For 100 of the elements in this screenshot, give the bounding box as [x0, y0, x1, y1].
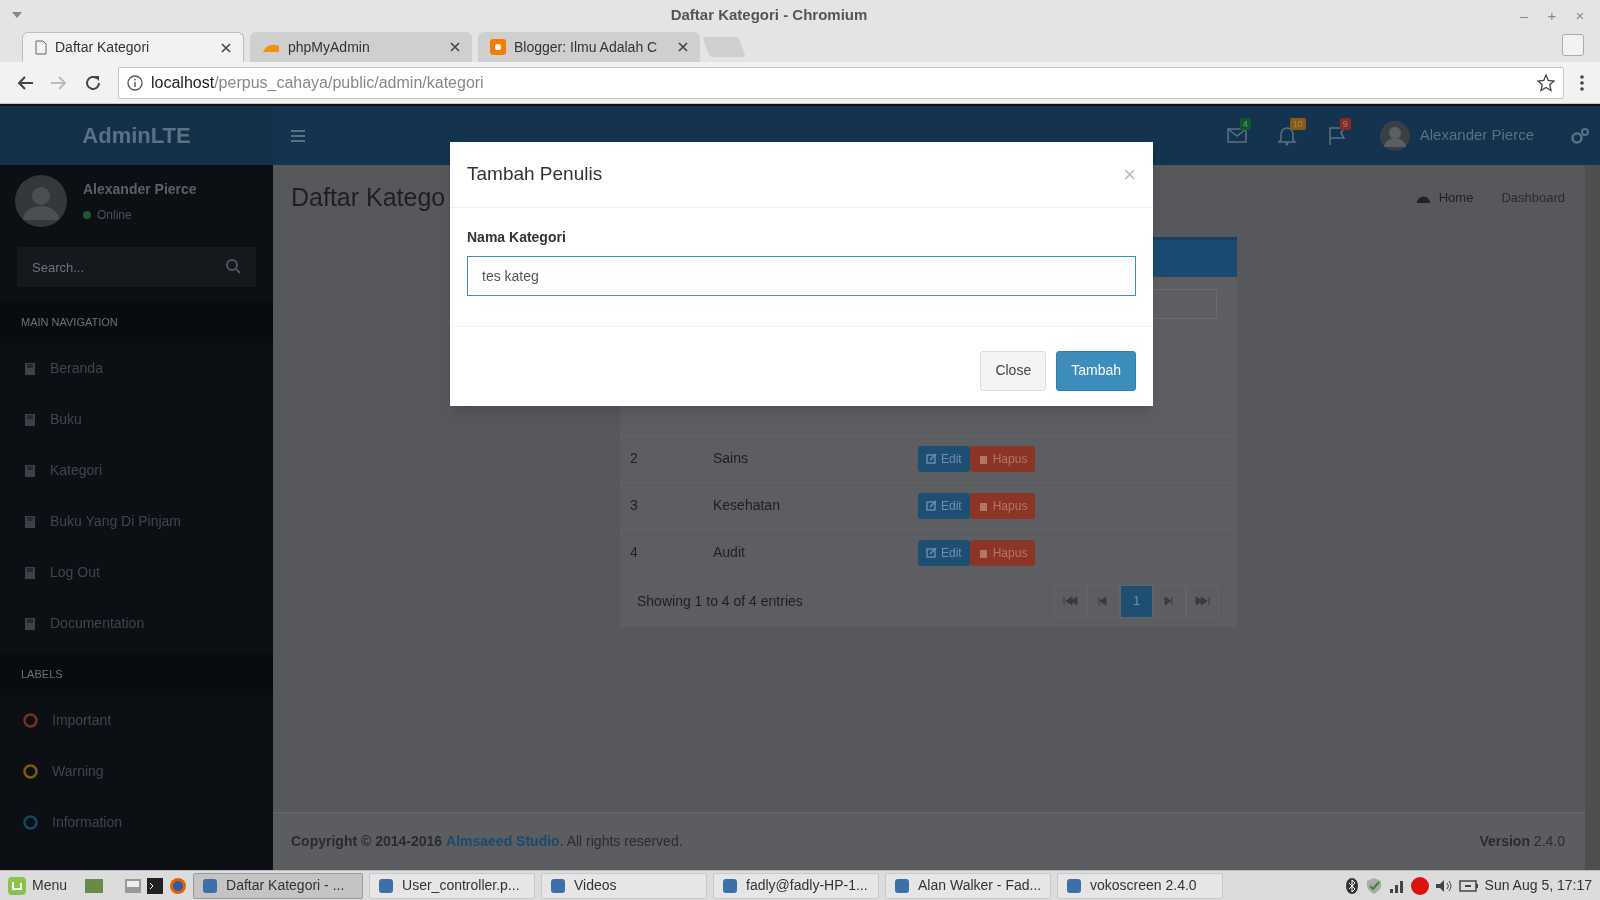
shield-check-icon[interactable]	[1364, 876, 1383, 895]
tab-label: phpMyAdmin	[288, 37, 371, 57]
close-icon[interactable]	[678, 42, 688, 52]
app-icon	[722, 877, 739, 894]
taskbar-item[interactable]: Videos	[541, 872, 708, 899]
minimize-button[interactable]: –	[1516, 7, 1532, 23]
search-field[interactable]: Search...	[17, 247, 256, 287]
window-icon[interactable]	[125, 878, 142, 893]
user-name[interactable]: Alexander Pierce	[1419, 124, 1534, 147]
modal-title: Tambah Penulis	[467, 162, 603, 187]
book-icon	[23, 565, 36, 580]
back-arrow-icon[interactable]	[16, 74, 34, 91]
battery-icon[interactable]	[1458, 879, 1479, 892]
menu-icon[interactable]	[1580, 74, 1584, 91]
browser-tab[interactable]: Daftar Kategori	[22, 32, 244, 62]
table-cell-text: Audit	[713, 543, 746, 562]
taskbar-item[interactable]: vokoscreen 2.4.0	[1057, 872, 1224, 899]
delete-button[interactable]: Hapus	[969, 492, 1036, 519]
clock[interactable]: Sun Aug 5, 17:17	[1484, 875, 1596, 896]
page-button[interactable]	[1186, 584, 1219, 618]
pencil-square-icon	[926, 453, 937, 464]
app-icon	[1066, 877, 1083, 894]
bell-icon[interactable]	[1276, 125, 1297, 146]
close-button[interactable]: ×	[1572, 7, 1588, 23]
nav-item[interactable]: Log Out	[0, 547, 273, 598]
book-icon	[23, 412, 36, 427]
maximize-button[interactable]: +	[1544, 7, 1560, 23]
label-item[interactable]: Information	[0, 797, 273, 848]
avatar-icon[interactable]	[1379, 120, 1410, 151]
count-badge: 10	[1289, 117, 1306, 130]
address-bar[interactable]: localhost/perpus_cahaya/public/admin/kategori	[118, 66, 1564, 99]
globe-icon[interactable]	[169, 876, 188, 895]
nav-item[interactable]: Buku Yang Di Pinjam	[0, 496, 273, 547]
record-icon[interactable]	[1410, 876, 1429, 895]
section-header: MAIN NAVIGATION	[0, 301, 273, 343]
forward-arrow-icon[interactable]	[50, 74, 68, 91]
footer-link[interactable]: Almsaeed Studio	[446, 833, 560, 849]
app-icon	[202, 877, 219, 894]
entries-info: Showing 1 to 4 of 4 entries	[637, 591, 803, 611]
desktop-icon[interactable]	[85, 878, 104, 893]
delete-button[interactable]: Hapus	[969, 445, 1036, 472]
label-item[interactable]: Important	[0, 695, 273, 746]
star-icon[interactable]	[1537, 73, 1555, 92]
close-button[interactable]: ×	[1123, 163, 1136, 186]
tab-label: Blogger: Ilmu Adalah C	[514, 37, 659, 57]
count-badge: 4	[1239, 117, 1251, 130]
status-text: Online	[97, 206, 132, 224]
taskbar-item[interactable]: User_controller.p...	[369, 872, 536, 899]
avatar-icon	[15, 175, 67, 227]
envelope-icon[interactable]	[1226, 125, 1247, 146]
label-item[interactable]: Warning	[0, 746, 273, 797]
page-button[interactable]	[1054, 584, 1087, 618]
nav-item[interactable]: Beranda	[0, 343, 273, 394]
bluetooth-icon[interactable]	[1344, 876, 1359, 895]
url-host: localhost	[151, 73, 215, 91]
window-title: Daftar Kategori - Chromium	[669, 4, 869, 25]
count-badge: 9	[1339, 117, 1351, 130]
nav-item[interactable]: Kategori	[0, 445, 273, 496]
menu-button[interactable]: Menu	[4, 875, 72, 896]
breadcrumb-link[interactable]: Home	[1438, 188, 1474, 208]
nav-item[interactable]: Documentation	[0, 598, 273, 649]
terminal-icon[interactable]	[147, 877, 164, 894]
page-button[interactable]: 1	[1120, 584, 1153, 618]
edit-button[interactable]: Edit	[918, 539, 970, 566]
add-button[interactable]: Tambah	[1056, 350, 1136, 391]
speaker-icon[interactable]	[1434, 878, 1453, 893]
url-path: /perpus_cahaya/public/admin/kategori	[214, 73, 484, 91]
taskbar-item[interactable]: fadly@fadly-HP-1...	[713, 872, 880, 899]
user-name: Alexander Pierce	[83, 179, 197, 199]
input-field[interactable]: tes kateg	[467, 256, 1136, 296]
table-cell-text: 3	[629, 496, 639, 515]
taskbar-item[interactable]: Alan Walker - Fad...	[885, 872, 1052, 899]
taskbar-item[interactable]: Daftar Kategori - ...	[193, 872, 364, 899]
delete-button[interactable]: Hapus	[969, 539, 1036, 566]
browser-tab[interactable]: phpMyAdmin	[250, 32, 472, 62]
gears-icon[interactable]	[1570, 126, 1590, 145]
nav-item[interactable]: Buku	[0, 394, 273, 445]
table-cell-text: 2	[629, 449, 639, 468]
search-icon[interactable]	[226, 259, 241, 274]
scrollbar[interactable]	[1585, 165, 1600, 870]
page-button[interactable]	[1087, 584, 1120, 618]
browser-tab[interactable]: Blogger: Ilmu Adalah C	[478, 32, 700, 62]
flag-icon[interactable]	[1326, 125, 1347, 146]
close-icon[interactable]	[221, 42, 231, 53]
page-button[interactable]	[1153, 584, 1186, 618]
status-dot-icon	[83, 210, 91, 219]
close-icon[interactable]	[450, 42, 460, 52]
logo[interactable]: AdminLTE	[0, 106, 273, 165]
page-icon	[35, 40, 47, 55]
table-cell-text: 4	[629, 543, 639, 562]
reload-icon[interactable]	[84, 73, 102, 92]
edit-button[interactable]: Edit	[918, 492, 970, 519]
book-icon	[23, 514, 36, 529]
dropdown-icon[interactable]	[12, 12, 22, 18]
profile-button[interactable]	[1562, 34, 1584, 56]
close-button[interactable]: Close	[980, 350, 1047, 391]
first-page-icon	[1063, 596, 1078, 606]
edit-button[interactable]: Edit	[918, 445, 970, 472]
book-icon	[23, 616, 36, 631]
signal-icon[interactable]	[1388, 878, 1405, 893]
